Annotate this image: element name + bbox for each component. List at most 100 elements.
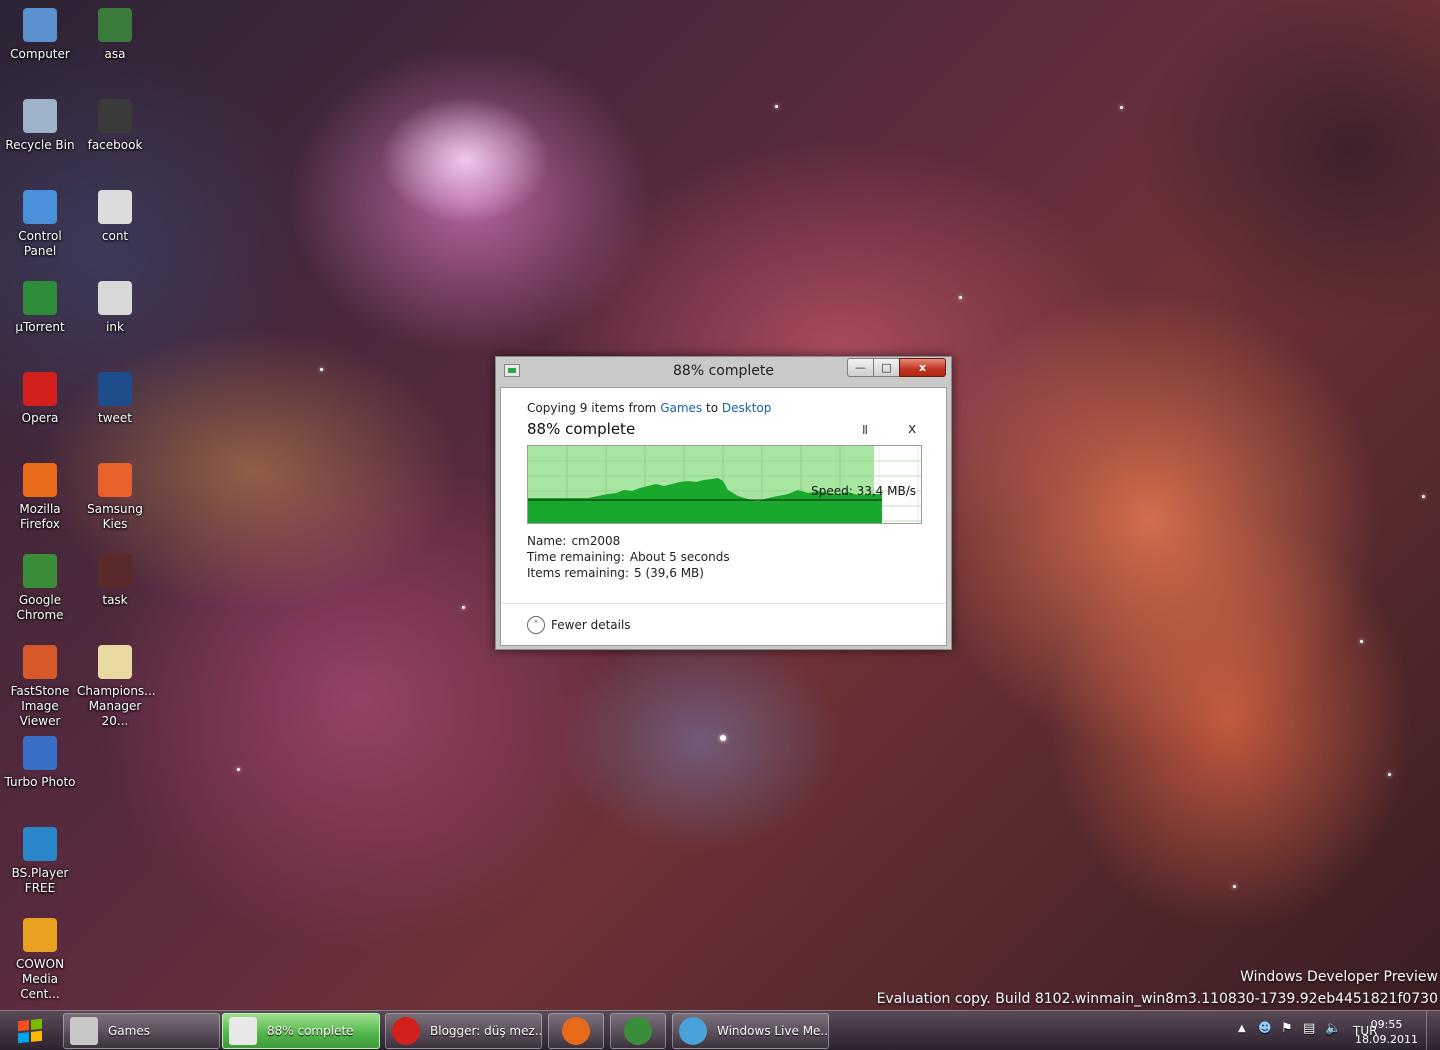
- turbo-photo-icon: [23, 736, 57, 770]
- desktop-icon-label: cont: [101, 229, 129, 243]
- clock-date: 18.09.2011: [1355, 1033, 1418, 1046]
- source-link[interactable]: Games: [660, 401, 702, 415]
- star: [1360, 640, 1363, 643]
- taskbar-button[interactable]: Windows Live Me...: [672, 1013, 829, 1049]
- desktop-icon[interactable]: Control Panel: [2, 190, 78, 259]
- desktop-icon[interactable]: Champions... Manager 20...: [77, 645, 156, 729]
- time-remaining-value: About 5 seconds: [629, 550, 730, 564]
- image-file-icon: [98, 372, 132, 406]
- recycle-bin-icon: [23, 99, 57, 133]
- system-tray: ▲ ☻ ⚑ ▤ 🔈 TUR 09:55 18.09.2011: [1195, 1011, 1440, 1050]
- time-remaining-label: Time remaining:: [527, 550, 625, 564]
- taskbar-button[interactable]: [610, 1013, 666, 1049]
- desktop-icon[interactable]: Opera: [2, 372, 78, 426]
- star: [462, 606, 465, 609]
- copy-details: Name: cm2008 Time remaining: About 5 secon…: [527, 533, 730, 581]
- cowon-icon: [23, 918, 57, 952]
- desktop-icon[interactable]: ink: [77, 281, 153, 335]
- clock[interactable]: 09:55 18.09.2011: [1355, 1017, 1418, 1047]
- taskbar-button-label: Blogger: düş mez...: [430, 1024, 542, 1038]
- desktop-icon-label: asa: [104, 47, 126, 61]
- star: [720, 735, 726, 741]
- volume-icon[interactable]: 🔈: [1325, 1021, 1341, 1036]
- name-label: Name:: [527, 534, 567, 548]
- people-icon[interactable]: ☻: [1258, 1021, 1272, 1036]
- speed-label: Speed: 33,4 MB/s: [811, 484, 916, 498]
- computer-icon: [23, 8, 57, 42]
- opera-icon: [23, 372, 57, 406]
- desktop-icon[interactable]: cont: [77, 190, 153, 244]
- pause-button[interactable]: II: [862, 423, 868, 437]
- action-center-flag-icon[interactable]: ⚑: [1281, 1021, 1293, 1036]
- name-row: Name: cm2008: [527, 533, 730, 549]
- desktop-icon[interactable]: µTorrent: [2, 281, 78, 335]
- taskbar-button[interactable]: Games: [63, 1013, 220, 1049]
- desktop-icon[interactable]: COWON Media Cent...: [2, 918, 78, 1002]
- watermark-line1: Windows Developer Preview: [1240, 969, 1438, 985]
- taskbar-button[interactable]: [548, 1013, 604, 1049]
- firefox-icon: [562, 1017, 590, 1045]
- desktop-icon[interactable]: Recycle Bin: [2, 99, 78, 153]
- star: [1422, 495, 1425, 498]
- show-desktop-button[interactable]: [1426, 1011, 1440, 1050]
- desktop-icon-label: Recycle Bin: [5, 138, 75, 152]
- watermark-line2: Evaluation copy. Build 8102.winmain_win8…: [876, 991, 1438, 1007]
- copy-progress-icon: [229, 1017, 257, 1045]
- to-word: to: [706, 401, 719, 415]
- star: [1233, 885, 1236, 888]
- desktop-icon[interactable]: Samsung Kies: [77, 463, 153, 532]
- minimize-button[interactable]: —: [847, 358, 874, 377]
- desktop-icon[interactable]: FastStone Image Viewer: [2, 645, 78, 729]
- desktop-icon[interactable]: Mozilla Firefox: [2, 463, 78, 532]
- fewer-details-button[interactable]: ˄ Fewer details: [527, 616, 631, 634]
- desktop-icon[interactable]: asa: [77, 8, 153, 62]
- destination-link[interactable]: Desktop: [722, 401, 772, 415]
- image-file-icon: [98, 554, 132, 588]
- taskbar-button[interactable]: 88% complete: [222, 1013, 380, 1049]
- desktop-icon[interactable]: facebook: [77, 99, 153, 153]
- utorrent-icon: [23, 281, 57, 315]
- network-icon[interactable]: ▤: [1303, 1021, 1315, 1036]
- bsplayer-icon: [23, 827, 57, 861]
- chrome-icon: [624, 1017, 652, 1045]
- star: [1120, 106, 1123, 109]
- desktop-icon-label: µTorrent: [15, 320, 65, 334]
- percent-heading: 88% complete: [527, 420, 636, 438]
- dialog-titlebar[interactable]: 88% complete — □ x: [496, 357, 951, 386]
- desktop-icon-label: FastStone Image Viewer: [10, 684, 70, 728]
- chrome-icon: [23, 554, 57, 588]
- desktop-icon-label: Mozilla Firefox: [19, 502, 61, 531]
- maximize-button[interactable]: □: [873, 358, 900, 377]
- items-remaining-row: Items remaining: 5 (39,6 MB): [527, 565, 730, 581]
- firefox-icon: [23, 463, 57, 497]
- desktop-icon-label: tweet: [98, 411, 132, 425]
- taskbar-button-label: 88% complete: [267, 1024, 354, 1038]
- explorer-icon: [70, 1017, 98, 1045]
- close-button[interactable]: x: [899, 358, 946, 377]
- start-button[interactable]: [3, 1013, 57, 1049]
- details-divider: [501, 603, 946, 604]
- taskbar-button[interactable]: Blogger: düş mez...: [385, 1013, 542, 1049]
- desktop-icon[interactable]: Computer: [2, 8, 78, 62]
- faststone-icon: [23, 645, 57, 679]
- image-file-icon: [98, 190, 132, 224]
- desktop-icon-label: Opera: [21, 411, 59, 425]
- desktop-icon[interactable]: Google Chrome: [2, 554, 78, 623]
- desktop-icon[interactable]: tweet: [77, 372, 153, 426]
- taskbar-button-label: Games: [108, 1024, 150, 1038]
- desktop-icon-label: COWON Media Cent...: [15, 957, 65, 1001]
- time-remaining-row: Time remaining: About 5 seconds: [527, 549, 730, 565]
- evaluation-watermark: Windows Developer Preview Evaluation cop…: [877, 966, 1438, 1010]
- samsung-kies-icon: [98, 463, 132, 497]
- desktop-icon[interactable]: task: [77, 554, 153, 608]
- desktop-icon[interactable]: BS.Player FREE: [2, 827, 78, 896]
- desktop-icon-label: Computer: [10, 47, 70, 61]
- stop-button[interactable]: x: [908, 421, 916, 437]
- folder-icon: [98, 645, 132, 679]
- items-remaining-label: Items remaining:: [527, 566, 630, 580]
- show-hidden-icons-icon[interactable]: ▲: [1238, 1023, 1246, 1034]
- name-value: cm2008: [571, 534, 621, 548]
- image-file-icon: [98, 8, 132, 42]
- copying-summary: Copying 9 items from Games to Desktop: [527, 401, 771, 415]
- desktop-icon[interactable]: Turbo Photo: [2, 736, 78, 790]
